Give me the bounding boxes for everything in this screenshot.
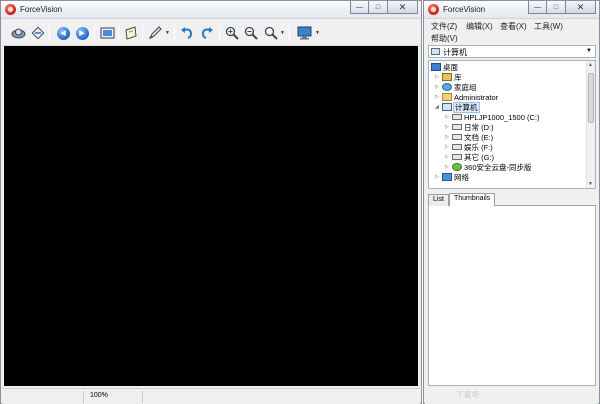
computer-icon	[431, 48, 440, 55]
viewer-titlebar[interactable]: ForceVision — □ ✕	[1, 1, 421, 19]
previous-button[interactable]: ◀	[55, 25, 71, 41]
zoom-out-button[interactable]	[243, 25, 259, 41]
undo-button[interactable]	[179, 25, 195, 41]
monitor-icon	[297, 26, 311, 40]
zoom-in-icon	[225, 26, 239, 40]
drive-icon	[452, 154, 462, 160]
close-icon: ✕	[576, 1, 585, 12]
tree-item-network[interactable]: ▷ 网络	[435, 172, 469, 183]
close-icon: ✕	[398, 1, 407, 12]
desktop-icon	[431, 63, 441, 71]
previous-icon: ◀	[56, 26, 70, 40]
browser-title: ForceVision	[443, 5, 486, 14]
scroll-up-arrow-icon[interactable]: ▲	[588, 62, 593, 68]
undo-icon	[181, 27, 193, 39]
next-button[interactable]: ▶	[74, 25, 90, 41]
maximize-button[interactable]: □	[547, 1, 566, 14]
homegroup-icon	[442, 83, 452, 91]
viewer-window: ForceVision — □ ✕ ◀ ▶ ▼ ▼ ▼ 100%	[0, 0, 422, 404]
slideshow-icon	[125, 26, 137, 40]
computer-icon	[442, 103, 452, 111]
display-button[interactable]	[99, 25, 115, 41]
menu-tools[interactable]: 工具(W)	[534, 21, 563, 32]
scroll-down-arrow-icon[interactable]: ▼	[588, 181, 593, 187]
status-cell-info	[2, 391, 84, 403]
zoom-button[interactable]	[263, 25, 279, 41]
browser-titlebar[interactable]: ForceVision — □ ✕	[424, 1, 599, 19]
user-folder-icon	[442, 93, 452, 101]
edit-icon	[148, 26, 162, 40]
scroll-thumb[interactable]	[588, 73, 594, 123]
maximize-icon: □	[553, 3, 559, 11]
tab-list[interactable]: List	[428, 194, 449, 206]
folder-tree[interactable]: 桌面 ▷ 库 ▷ 家庭组 ▷ Administrator ◢ 计算机 ▷ HPLJP100…	[428, 60, 596, 189]
library-icon	[442, 73, 452, 81]
rotate-icon	[31, 26, 45, 40]
cloud-drive-icon	[452, 163, 462, 171]
address-combobox[interactable]: 计算机 ▼	[428, 45, 596, 58]
browser-window: ForceVision — □ ✕ 文件(Z) 编辑(X) 查看(X) 工具(W…	[423, 0, 600, 404]
maximize-button[interactable]: □	[369, 1, 388, 14]
next-icon: ▶	[75, 26, 89, 40]
redo-button[interactable]	[199, 25, 215, 41]
slideshow-button[interactable]	[123, 25, 139, 41]
drive-icon	[452, 124, 462, 130]
app-logo-icon	[5, 4, 16, 15]
close-button[interactable]: ✕	[388, 1, 418, 14]
view-tabs: List Thumbnails	[428, 193, 596, 206]
chevron-down-icon[interactable]: ▼	[586, 48, 592, 54]
edit-button[interactable]	[147, 25, 163, 41]
redo-icon	[201, 27, 213, 39]
monitor-button[interactable]	[296, 25, 312, 41]
drive-icon	[452, 114, 462, 120]
scan-button[interactable]	[10, 25, 26, 41]
zoom-dropdown-arrow-icon[interactable]: ▼	[280, 30, 285, 36]
minimize-button[interactable]: —	[350, 1, 369, 14]
display-icon	[100, 27, 114, 39]
address-value: 计算机	[443, 48, 467, 57]
thumbnail-panel[interactable]	[428, 206, 596, 386]
tab-thumbnails[interactable]: Thumbnails	[449, 193, 496, 206]
rotate-button[interactable]	[30, 25, 46, 41]
viewer-status-bar: 100%	[2, 388, 420, 404]
status-divider	[142, 391, 143, 403]
viewer-title: ForceVision	[20, 5, 63, 14]
minimize-icon: —	[534, 3, 541, 11]
maximize-icon: □	[375, 3, 381, 11]
browser-status-bar: 下载吧	[425, 388, 598, 404]
drive-icon	[452, 134, 462, 140]
close-button[interactable]: ✕	[566, 1, 596, 14]
tree-scrollbar[interactable]: ▲ ▼	[586, 61, 595, 188]
menu-bar: 文件(Z) 编辑(X) 查看(X) 工具(W) 帮助(V)	[425, 19, 598, 45]
zoom-in-button[interactable]	[224, 25, 240, 41]
minimize-icon: —	[356, 3, 363, 11]
collapse-arrow-icon[interactable]: ◢	[435, 102, 442, 113]
scan-icon	[11, 28, 25, 39]
zoom-icon	[264, 26, 278, 40]
monitor-dropdown-arrow-icon[interactable]: ▼	[315, 30, 320, 36]
menu-help[interactable]: 帮助(V)	[431, 33, 458, 44]
expand-arrow-icon[interactable]: ▷	[435, 172, 442, 183]
minimize-button[interactable]: —	[528, 1, 547, 14]
menu-edit[interactable]: 编辑(X)	[466, 21, 493, 32]
menu-file[interactable]: 文件(Z)	[431, 21, 457, 32]
network-icon	[442, 173, 452, 181]
image-viewer-canvas[interactable]	[4, 46, 418, 386]
viewer-toolbar: ◀ ▶ ▼ ▼ ▼	[2, 20, 420, 46]
app-logo-icon	[428, 4, 439, 15]
drive-icon	[452, 144, 462, 150]
zoom-out-icon	[244, 26, 258, 40]
menu-view[interactable]: 查看(X)	[500, 21, 527, 32]
zoom-level: 100%	[90, 392, 108, 399]
edit-dropdown-arrow-icon[interactable]: ▼	[165, 30, 170, 36]
watermark-text: 下载吧	[456, 392, 480, 399]
